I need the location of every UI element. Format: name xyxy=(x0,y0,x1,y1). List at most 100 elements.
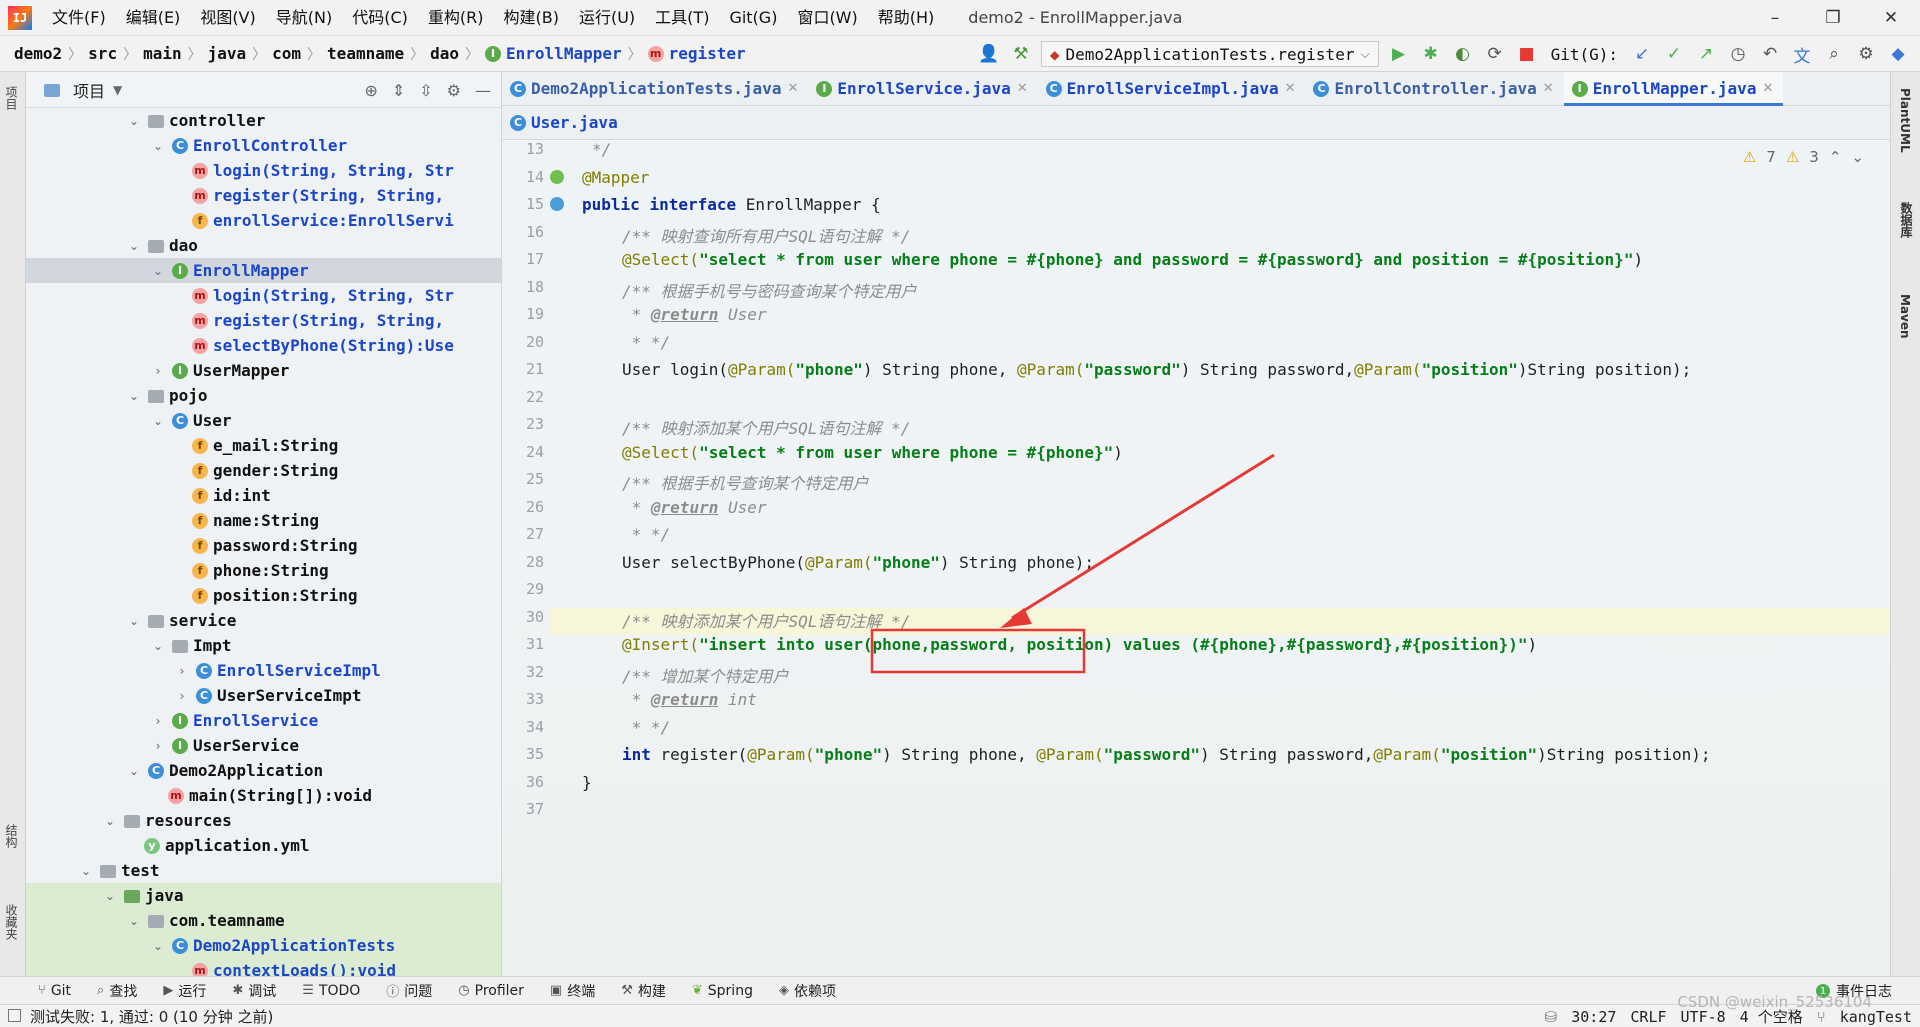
tree-item[interactable]: ⌄ service xyxy=(26,608,501,633)
caret-position[interactable]: 30:27 xyxy=(1571,1008,1616,1026)
chevron-down-icon[interactable]: ⌄ xyxy=(126,914,142,928)
memory-indicator-icon[interactable]: ⛁ xyxy=(1545,1008,1558,1026)
breadcrumb-dao[interactable]: dao xyxy=(430,44,459,63)
tree-item[interactable]: f enrollService:EnrollServi xyxy=(26,208,501,233)
chevron-right-icon[interactable]: › xyxy=(174,664,190,678)
toolwindow-spring[interactable]: ❦ Spring xyxy=(692,983,753,999)
project-panel-title[interactable]: 项目 xyxy=(73,78,105,102)
user-icon[interactable]: 👤 xyxy=(977,42,1001,66)
git-commit-icon[interactable]: ✓ xyxy=(1662,42,1686,66)
chevron-down-icon[interactable]: ⌄ xyxy=(150,139,166,153)
breadcrumb-enrollmapper[interactable]: EnrollMapper xyxy=(506,44,622,63)
chevron-down-icon[interactable]: ⌄ xyxy=(126,114,142,128)
chevron-down-icon[interactable]: ⌄ xyxy=(126,239,142,253)
chevron-down-icon[interactable]: ⌄ xyxy=(150,264,166,278)
toolwindow-terminal[interactable]: ▣ 终端 xyxy=(550,981,595,1001)
close-tab-icon[interactable]: ✕ xyxy=(787,81,798,96)
build-hammer-icon[interactable]: ⚒ xyxy=(1009,42,1033,66)
tree-item[interactable]: m main(String[]):void xyxy=(26,783,501,808)
coverage-icon[interactable]: ◐ xyxy=(1451,42,1475,66)
maven-tool-tab[interactable]: Maven xyxy=(1898,294,1912,339)
toolwindow-debug[interactable]: ✱ 调试 xyxy=(232,981,276,1001)
tree-item[interactable]: m register(String, String, xyxy=(26,183,501,208)
collapse-all-icon[interactable]: ⇳ xyxy=(419,81,432,100)
toolwindow-run[interactable]: ▶ 运行 xyxy=(163,981,206,1001)
tree-item[interactable]: f password:String xyxy=(26,533,501,558)
tree-item[interactable]: ⌄ resources xyxy=(26,808,501,833)
hide-panel-icon[interactable]: — xyxy=(475,81,491,100)
toolwindow-dependencies[interactable]: ◈ 依赖项 xyxy=(779,981,836,1001)
toolwindow-problems[interactable]: ⓘ 问题 xyxy=(386,981,432,1001)
chevron-down-icon[interactable]: ⌄ xyxy=(150,939,166,953)
toolwindow-todo[interactable]: ☰ TODO xyxy=(302,983,360,999)
stop-icon[interactable]: ■ xyxy=(1515,42,1539,66)
chevron-down-icon[interactable]: ⌄ xyxy=(102,889,118,903)
menu-refactor[interactable]: 重构(R) xyxy=(418,0,494,36)
tree-item[interactable]: m contextLoads():void xyxy=(26,958,501,976)
chevron-down-icon[interactable]: ⌄ xyxy=(102,814,118,828)
expand-all-icon[interactable]: ⇕ xyxy=(392,81,405,100)
tree-item[interactable]: m login(String, String, Str xyxy=(26,283,501,308)
tree-item-selected[interactable]: ⌄ I EnrollMapper xyxy=(26,258,501,283)
menu-build[interactable]: 构建(B) xyxy=(494,0,569,36)
tab-enrollserviceimpl[interactable]: C EnrollServiceImpl.java ✕ xyxy=(1038,72,1306,106)
close-tab-icon[interactable]: ✕ xyxy=(1543,81,1554,96)
restore-button[interactable]: ❐ xyxy=(1804,0,1862,36)
code-area[interactable]: 13 14 15 16 17 18 19 20 21 22 23 24 25 2… xyxy=(502,140,1890,976)
tree-item[interactable]: ⌄ Impt xyxy=(26,633,501,658)
implementation-gutter-icon[interactable] xyxy=(550,197,564,211)
tree-item[interactable]: m login(String, String, Str xyxy=(26,158,501,183)
favorites-tool-tab[interactable]: 收藏夹 xyxy=(3,904,20,940)
tree-item[interactable]: m register(String, String, xyxy=(26,308,501,333)
tree-item[interactable]: f name:String xyxy=(26,508,501,533)
tree-item[interactable]: f e_mail:String xyxy=(26,433,501,458)
menu-edit[interactable]: 编辑(E) xyxy=(116,0,191,36)
settings-gear-icon[interactable]: ⚙ xyxy=(447,81,461,100)
plantuml-tool-tab[interactable]: PlantUML xyxy=(1898,88,1912,153)
tree-item[interactable]: › C UserServiceImpt xyxy=(26,683,501,708)
menu-run[interactable]: 运行(U) xyxy=(569,0,645,36)
status-message[interactable]: 测试失败: 1, 通过: 0 (10 分钟 之前) xyxy=(30,1006,273,1027)
tree-item[interactable]: m selectByPhone(String):Use xyxy=(26,333,501,358)
menu-navigate[interactable]: 导航(N) xyxy=(266,0,342,36)
mapper-gutter-icon[interactable] xyxy=(550,170,564,184)
tab-enrollmapper[interactable]: I EnrollMapper.java ✕ xyxy=(1563,71,1784,106)
git-update-icon[interactable]: ↙ xyxy=(1630,42,1654,66)
tree-item[interactable]: › I UserMapper xyxy=(26,358,501,383)
menu-code[interactable]: 代码(C) xyxy=(342,0,418,36)
debug-icon[interactable]: ✱ xyxy=(1419,42,1443,66)
menu-file[interactable]: 文件(F) xyxy=(42,0,116,36)
breadcrumb-teamname[interactable]: teamname xyxy=(327,44,404,63)
toolwindow-find[interactable]: ⌕ 查找 xyxy=(97,981,137,1001)
close-tab-icon[interactable]: ✕ xyxy=(1762,81,1773,96)
breadcrumb-java[interactable]: java xyxy=(208,44,247,63)
tree-item[interactable]: f position:String xyxy=(26,583,501,608)
menu-git[interactable]: Git(G) xyxy=(719,0,787,36)
menu-tools[interactable]: 工具(T) xyxy=(645,0,719,36)
chevron-right-icon[interactable]: › xyxy=(150,714,166,728)
tree-item[interactable]: f id:int xyxy=(26,483,501,508)
toolwindow-profiler[interactable]: ◷ Profiler xyxy=(458,983,524,999)
profile-icon[interactable]: ⟳ xyxy=(1483,42,1507,66)
database-tool-tab[interactable]: 数据库 xyxy=(1898,202,1915,238)
tab-demo2applicationtests[interactable]: C Demo2ApplicationTests.java ✕ xyxy=(502,72,808,106)
settings-gear-icon[interactable]: ⚙ xyxy=(1854,42,1878,66)
git-push-icon[interactable]: ↗ xyxy=(1694,42,1718,66)
toggle-tool-windows-icon[interactable] xyxy=(8,1009,21,1022)
tree-item[interactable]: ⌄ java xyxy=(26,883,501,908)
tree-item[interactable]: › C EnrollServiceImpl xyxy=(26,658,501,683)
menu-help[interactable]: 帮助(H) xyxy=(868,0,945,36)
chevron-right-icon[interactable]: › xyxy=(150,739,166,753)
breadcrumb-register[interactable]: register xyxy=(669,44,746,63)
tab-enrollcontroller[interactable]: C EnrollController.java ✕ xyxy=(1305,72,1563,106)
close-tab-icon[interactable]: ✕ xyxy=(1285,81,1296,96)
tab-user[interactable]: C User.java xyxy=(502,106,628,140)
breadcrumb-project[interactable]: demo2 xyxy=(14,44,62,63)
chevron-down-icon[interactable]: ⌄ xyxy=(150,414,166,428)
tree-item[interactable]: ⌄ C Demo2ApplicationTests xyxy=(26,933,501,958)
run-configuration-select[interactable]: ◆ Demo2ApplicationTests.register ⌵ xyxy=(1040,41,1379,67)
tree-item[interactable]: ⌄ C EnrollController xyxy=(26,133,501,158)
tree-item[interactable]: ⌄ dao xyxy=(26,233,501,258)
close-button[interactable]: ✕ xyxy=(1862,0,1920,36)
tab-enrollservice[interactable]: I EnrollService.java ✕ xyxy=(808,72,1037,106)
